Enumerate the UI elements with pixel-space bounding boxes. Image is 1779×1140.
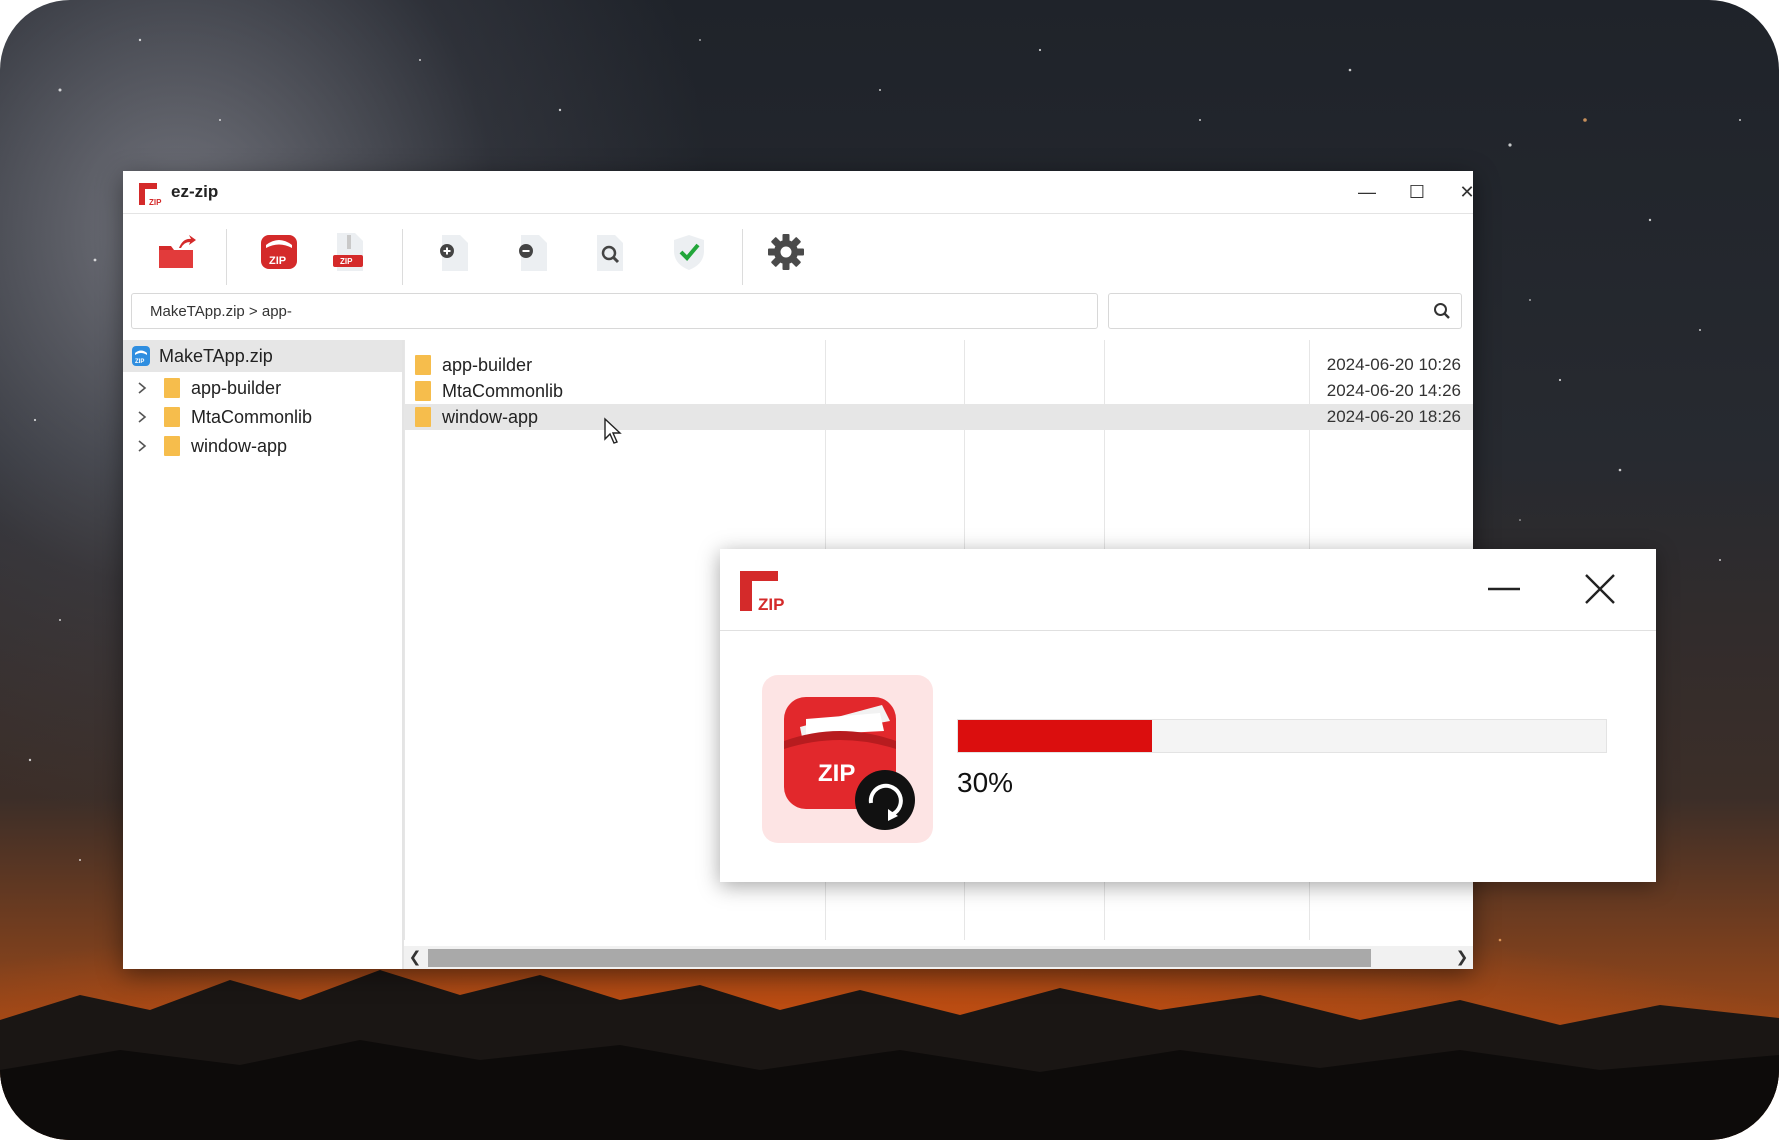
folder-icon [415,355,431,375]
remove-file-icon [519,235,547,271]
open-archive-button[interactable] [150,226,202,278]
mouse-cursor-icon [604,417,622,444]
column-divider [404,340,405,940]
file-date: 2024-06-20 14:26 [1326,381,1461,400]
folder-icon [164,436,180,456]
scroll-right-arrow[interactable]: ❯ [1451,946,1473,969]
progress-bar [957,719,1607,753]
close-button[interactable]: ✕ [1447,177,1487,207]
app-icon-text: ZIP [818,760,855,787]
remove-file-button[interactable] [507,226,559,278]
zip-logo-icon: ZIP [740,571,784,613]
folder-icon [164,407,180,427]
progress-dialog: ZIP ZIP 30% [720,549,1656,882]
add-file-icon [440,235,468,271]
progress-fill [958,720,1153,752]
dialog-logo-text: ZIP [758,595,784,613]
scroll-left-arrow[interactable]: ❮ [404,946,426,969]
file-name: app-builder [442,354,533,375]
folder-tree: ZIP MakeTApp.zip app-builder MtaCommonli… [123,340,404,969]
zip-bag-icon: ZIP [784,697,915,830]
folder-icon [415,381,431,401]
gear-icon [768,234,804,270]
svg-text:ZIP: ZIP [340,257,353,266]
file-name: window-app [442,406,539,427]
svg-text:ZIP: ZIP [135,359,144,365]
search-input[interactable] [1108,293,1462,329]
app-title: ez-zip [171,182,219,201]
app-icon-tile: ZIP [762,675,933,843]
view-file-button[interactable] [585,226,637,278]
settings-button[interactable] [760,226,812,278]
title-bar: ZIP ez-zip — ☐ ✕ [123,171,1475,214]
tree-item-window-app[interactable]: window-app [123,432,402,460]
horizontal-scrollbar[interactable]: ❮ ❯ [404,946,1473,969]
file-row[interactable]: app-builder 2024-06-20 10:26 [404,352,1473,378]
search-icon[interactable] [1433,302,1451,320]
tree-item-mtacommonlib[interactable]: MtaCommonlib [123,403,402,431]
zip-archive-icon: ZIP [132,346,150,366]
dialog-close-button[interactable] [1578,567,1622,611]
folder-icon [164,378,180,398]
tree-item-label: MtaCommonlib [191,406,313,427]
tree-item-label: window-app [191,435,288,456]
app-logo-icon: ZIP [139,183,162,207]
tree-root[interactable]: ZIP MakeTApp.zip [123,340,402,372]
chevron-right-icon[interactable] [135,439,149,453]
dialog-minimize-button[interactable] [1482,567,1526,611]
file-name: MtaCommonlib [442,380,564,401]
folder-export-icon [159,235,196,268]
toolbar-separator [226,229,227,285]
minimize-button[interactable]: — [1347,177,1387,207]
file-date: 2024-06-20 18:26 [1326,407,1461,426]
zip-bag-icon: ZIP [261,235,297,269]
shield-check-icon [674,235,704,270]
tree-item-label: app-builder [191,377,282,398]
zip-file-button[interactable]: ZIP [323,226,375,278]
toolbar-separator [742,229,743,285]
svg-text:ZIP: ZIP [269,255,286,267]
svg-text:ZIP: ZIP [149,198,162,207]
path-breadcrumb[interactable]: MakeTApp.zip > app- [131,293,1098,329]
add-file-button[interactable] [428,226,480,278]
zip-file-icon: ZIP [333,233,363,271]
folder-icon [415,407,431,427]
file-date: 2024-06-20 10:26 [1326,355,1461,374]
tree-root-label: MakeTApp.zip [159,345,273,366]
toolbar-separator [402,229,403,285]
dialog-header: ZIP [720,549,1656,631]
maximize-button[interactable]: ☐ [1397,177,1437,207]
refresh-badge [855,770,915,830]
file-row[interactable]: MtaCommonlib 2024-06-20 14:26 [404,378,1473,404]
verify-button[interactable] [663,226,715,278]
progress-percent-label: 30% [957,767,1014,798]
scroll-thumb[interactable] [428,949,1371,967]
create-zip-button[interactable]: ZIP [253,226,305,278]
magnify-file-icon [597,235,623,271]
tree-item-app-builder[interactable]: app-builder [123,374,402,402]
chevron-right-icon[interactable] [135,410,149,424]
chevron-right-icon[interactable] [135,381,149,395]
file-row-selected[interactable]: window-app 2024-06-20 18:26 [404,404,1473,430]
toolbar: ZIP ZIP [123,214,1473,294]
